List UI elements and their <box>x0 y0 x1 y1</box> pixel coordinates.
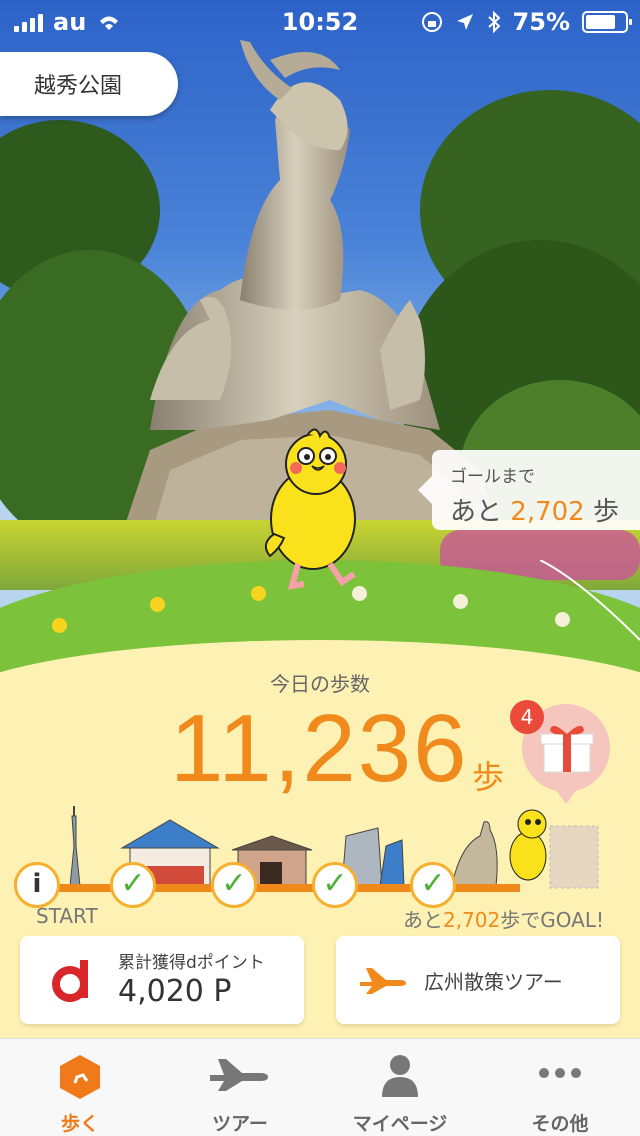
tab-bar: 歩く ツアー マイページ その他 <box>0 1038 640 1136</box>
more-dots-icon <box>539 1068 581 1078</box>
remain-prefix: あと <box>403 908 443 932</box>
goal-value: あと 2,702 歩 <box>450 491 640 528</box>
battery-icon <box>582 11 632 33</box>
remaining-to-goal: あと2,702歩でGOAL! <box>403 904 604 933</box>
goal-remaining-bubble: ゴールまで あと 2,702 歩 <box>418 450 640 530</box>
checkpoint-check-icon: ✓ <box>312 862 358 908</box>
today-steps-value: 11,236 <box>170 695 469 802</box>
tour-card[interactable]: 広州散策ツアー <box>336 936 620 1024</box>
tab-tour-label: ツアー <box>212 1113 268 1135</box>
gift-count-badge: 4 <box>510 700 544 734</box>
goal-chick-icon <box>509 809 547 881</box>
tour-label: 広州散策ツアー <box>424 970 563 994</box>
status-bar: au 10:52 75% <box>0 0 640 40</box>
path-dot <box>52 618 67 633</box>
canton-tower-icon <box>69 806 81 887</box>
airplane-orange-icon <box>360 968 406 994</box>
airplane-icon <box>210 1059 268 1091</box>
remain-steps: 2,702 <box>443 908 501 932</box>
walk-hexagon-icon <box>60 1055 100 1099</box>
path-dot <box>453 594 468 609</box>
goat-statue-icon <box>451 821 498 887</box>
d-point-logo-icon <box>52 960 88 1002</box>
tab-mypage[interactable]: マイページ <box>320 1039 480 1136</box>
location-arrow-icon <box>456 14 473 30</box>
route-curve <box>540 560 640 641</box>
tab-walk[interactable]: 歩く <box>0 1039 160 1136</box>
bluetooth-icon <box>487 11 500 33</box>
goal-steps: 2,702 <box>510 497 585 527</box>
goal-label: ゴールまで <box>450 467 535 487</box>
info-button[interactable]: i <box>14 862 60 908</box>
checkpoint-check-icon: ✓ <box>110 862 156 908</box>
path-dot <box>150 597 165 612</box>
location-name-pill[interactable]: 越秀公園 <box>0 52 178 116</box>
path-dot <box>555 612 570 627</box>
goal-prefix: あと <box>450 497 503 527</box>
rotation-lock-icon <box>421 12 442 32</box>
points-card[interactable]: 累計獲得dポイント 4,020 P <box>20 936 304 1024</box>
tab-mypage-label: マイページ <box>352 1113 448 1135</box>
start-label: START <box>36 904 98 928</box>
person-icon <box>382 1055 418 1097</box>
today-steps-unit: 歩 <box>472 758 505 796</box>
chick-mascot-icon[interactable] <box>258 424 368 594</box>
tab-more[interactable]: その他 <box>480 1039 640 1136</box>
points-value: 4,020 P <box>118 974 232 1009</box>
remain-suffix: 歩でGOAL! <box>500 908 604 932</box>
location-name: 越秀公園 <box>34 74 123 99</box>
tab-tour[interactable]: ツアー <box>160 1039 320 1136</box>
today-steps-label: 今日の歩数 <box>270 672 370 696</box>
tab-walk-label: 歩く <box>60 1113 99 1135</box>
tab-more-label: その他 <box>531 1113 589 1135</box>
goal-map-tile <box>549 825 599 889</box>
checkpoint-check-icon: ✓ <box>410 862 456 908</box>
checkpoint-check-icon: ✓ <box>211 862 257 908</box>
gift-box-icon <box>540 725 594 773</box>
goal-unit: 歩 <box>592 497 619 527</box>
points-label: 累計獲得dポイント <box>118 953 265 973</box>
battery-percent: 75% <box>512 8 570 36</box>
